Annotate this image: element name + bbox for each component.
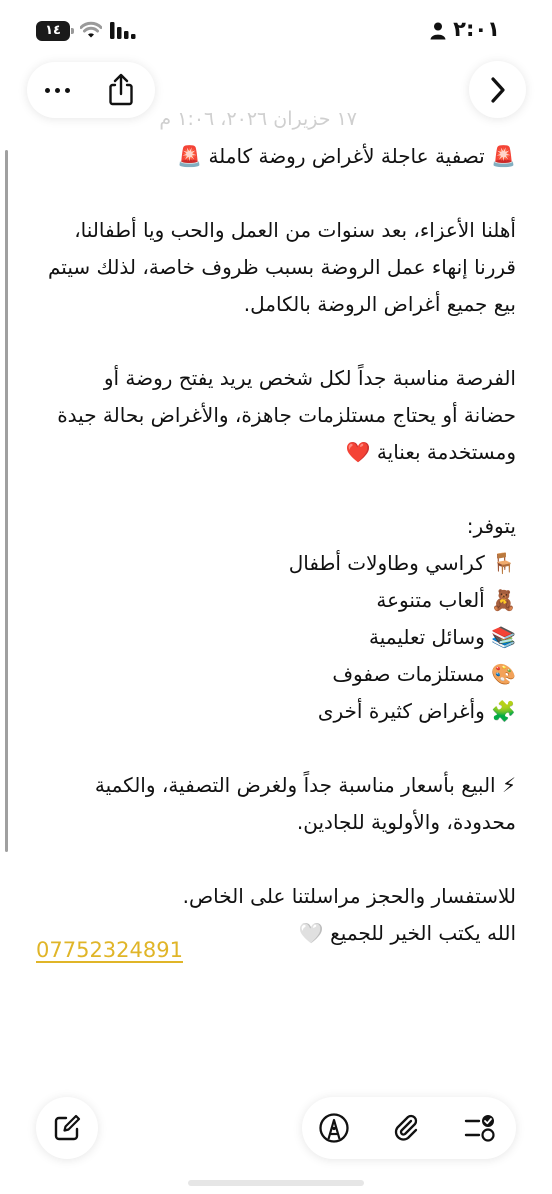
battery-level: ١٤ — [36, 21, 70, 41]
note-line: ومستخدمة بعناية ❤️ — [345, 440, 516, 464]
checklist-button[interactable] — [462, 1110, 498, 1146]
compose-icon — [54, 1114, 81, 1141]
top-actions-pill — [27, 62, 155, 118]
new-note-button[interactable] — [36, 1097, 98, 1159]
attach-button[interactable] — [388, 1110, 424, 1146]
note-tools-pill — [302, 1097, 516, 1159]
note-date: ١٧ حزيران ٢٠٢٦، ١:٠٦ م — [159, 108, 357, 130]
person-icon — [430, 22, 446, 40]
share-icon[interactable] — [103, 72, 139, 108]
paperclip-icon — [394, 1114, 418, 1141]
note-line: أهلنا الأعزاء، بعد سنوات من العمل والحب … — [74, 218, 516, 242]
ellipsis-icon — [44, 87, 50, 93]
scroll-indicator[interactable] — [5, 150, 8, 852]
markup-button[interactable] — [316, 1110, 352, 1146]
note-line: قررنا إنهاء عمل الروضة بسبب ظروف خاصة، ل… — [47, 255, 516, 279]
note-body[interactable]: 🚨 تصفية عاجلة لأغراض روضة كاملة 🚨 أهلنا … — [36, 138, 516, 952]
checklist-icon — [464, 1115, 495, 1142]
list-item: 🎨 مستلزمات صفوف — [332, 662, 516, 686]
list-item: 🧸 ألعاب متنوعة — [376, 588, 516, 612]
note-title: 🚨 تصفية عاجلة لأغراض روضة كاملة 🚨 — [177, 144, 516, 168]
battery-icon: ١٤ — [36, 21, 74, 41]
list-item: 🧩 وأغراض كثيرة أخرى — [317, 699, 516, 723]
pen-markup-icon — [319, 1113, 349, 1143]
note-line: الفرصة مناسبة جداً لكل شخص يريد يفتح روض… — [103, 366, 516, 390]
cellular-signal-icon — [110, 22, 136, 39]
note-line: للاستفسار والحجز مراسلتنا على الخاص. — [182, 884, 516, 908]
available-heading: يتوفر: — [466, 514, 516, 538]
note-line: محدودة، والأولوية للجادين. — [296, 810, 516, 834]
note-line: بيع جميع أغراض الروضة بالكامل. — [243, 292, 516, 316]
chevron-right-icon — [490, 76, 505, 103]
note-line: حضانة أو يحتاج مستلزمات جاهزة، والأغراض … — [57, 403, 516, 427]
list-item: 📚 وسائل تعليمية — [368, 625, 516, 649]
wifi-icon — [80, 21, 102, 38]
status-bar: ٢:٠١ ١٤ — [0, 0, 552, 64]
note-line: ⚡ البيع بأسعار مناسبة جداً ولغرض التصفية… — [94, 773, 516, 797]
list-item: 🪑 كراسي وطاولات أطفال — [288, 551, 516, 575]
status-time: ٢:٠١ — [453, 17, 500, 41]
notes-screen: ٢:٠١ ١٤ ١٧ حزيران ٢٠٢٦، ١:٠٦ م 🚨 تصفية ع… — [0, 0, 552, 1194]
phone-number-link[interactable]: 07752324891 — [36, 932, 183, 969]
more-button[interactable] — [37, 70, 77, 110]
home-indicator — [188, 1180, 364, 1186]
back-button[interactable] — [469, 61, 526, 118]
